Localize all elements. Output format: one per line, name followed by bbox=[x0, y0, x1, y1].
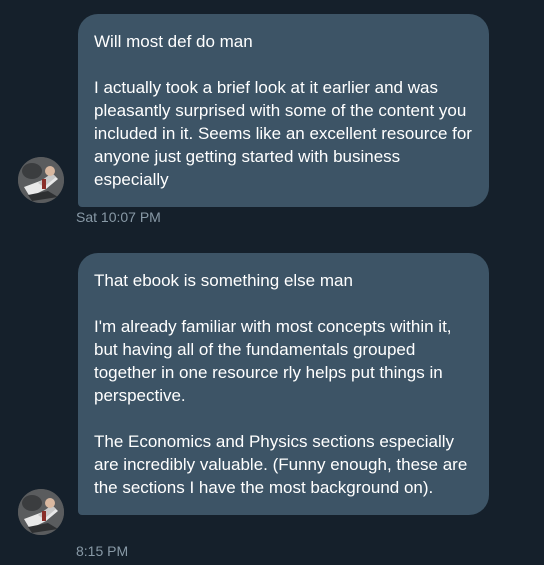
user-avatar-icon bbox=[18, 489, 64, 535]
message-2-paragraph-3: The Economics and Physics sections espec… bbox=[94, 432, 468, 497]
message-bubble-2[interactable]: That ebook is something else man I'm alr… bbox=[78, 253, 489, 515]
message-2-paragraph-1: That ebook is something else man bbox=[94, 271, 353, 290]
message-group-2: That ebook is something else man I'm alr… bbox=[0, 0, 544, 565]
avatar[interactable] bbox=[18, 489, 64, 535]
message-2-paragraph-2: I'm already familiar with most concepts … bbox=[94, 317, 452, 405]
message-timestamp: 8:15 PM bbox=[76, 543, 129, 559]
